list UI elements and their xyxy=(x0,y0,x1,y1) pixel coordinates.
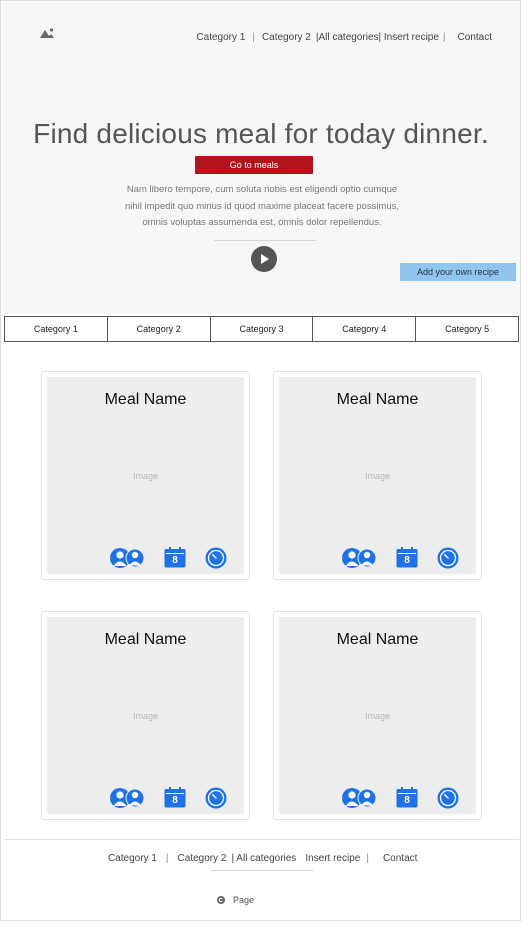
meal-icons: 8 xyxy=(340,547,470,569)
meal-name: Meal Name xyxy=(104,391,187,408)
people-icon xyxy=(342,548,376,568)
nav-separator: | xyxy=(252,32,255,43)
meal-card[interactable]: Meal Name Image 8 xyxy=(41,371,250,580)
calendar-day: 8 xyxy=(172,795,178,806)
nav-contact[interactable]: Contact xyxy=(458,32,492,43)
meal-name: Meal Name xyxy=(336,631,419,648)
category-tab-5[interactable]: Category 5 xyxy=(416,317,518,341)
meal-card[interactable]: Meal Name Image 8 xyxy=(273,611,482,820)
add-recipe-button[interactable]: Add your own recipe xyxy=(400,263,516,281)
meal-image[interactable]: Meal Name Image 8 xyxy=(279,617,476,814)
image-placeholder-label: Image xyxy=(132,711,158,721)
footer-nav-insert-recipe[interactable]: Insert recipe xyxy=(305,853,360,864)
meal-name: Meal Name xyxy=(336,391,419,408)
calendar-day: 8 xyxy=(172,555,178,566)
footer-nav-separator: | xyxy=(366,853,369,864)
top-nav: Category 1 | Category 2 |All categories … xyxy=(196,32,492,43)
footer-nav-separator: | xyxy=(165,853,169,864)
category-tab-1[interactable]: Category 1 xyxy=(5,317,108,341)
play-icon xyxy=(261,254,269,264)
category-bar: Category 1 Category 2 Category 3 Categor… xyxy=(4,316,519,342)
hero-description-line: nihil impedit quo minus id quod maxime p… xyxy=(124,200,400,212)
meal-card[interactable]: Meal Name Image 8 xyxy=(273,371,482,580)
people-icon xyxy=(110,548,144,568)
clock-icon xyxy=(205,787,227,809)
play-button[interactable] xyxy=(251,246,277,272)
page-frame: Category 1 | Category 2 |All categories … xyxy=(0,0,521,921)
meal-image[interactable]: Meal Name Image 8 xyxy=(47,617,244,814)
meal-name: Meal Name xyxy=(104,631,187,648)
calendar-icon: 8 xyxy=(164,787,186,813)
image-placeholder-label: Image xyxy=(364,471,390,481)
clock-icon xyxy=(205,547,227,569)
footer-divider-line xyxy=(4,839,519,840)
footer-nav-category-1[interactable]: Category 1 xyxy=(108,853,157,864)
meal-card[interactable]: Meal Name Image 8 xyxy=(41,611,250,820)
nav-category-1[interactable]: Category 1 xyxy=(196,32,245,43)
category-tab-4[interactable]: Category 4 xyxy=(313,317,417,341)
footer-nav-all-categories[interactable]: | All categories xyxy=(231,853,296,864)
page-link[interactable]: Page xyxy=(217,895,254,905)
go-to-meals-button[interactable]: Go to meals xyxy=(195,156,313,174)
meal-icons: 8 xyxy=(108,547,238,569)
people-icon xyxy=(110,788,144,808)
calendar-icon: 8 xyxy=(396,787,418,813)
nav-category-2[interactable]: Category 2 xyxy=(262,32,311,43)
footer-nav: Category 1 | Category 2 | All categories… xyxy=(108,853,417,864)
page-label: Page xyxy=(233,895,255,905)
footer-divider xyxy=(211,870,313,871)
nav-separator: | xyxy=(442,32,446,43)
hero-title: Find delicious meal for today dinner. xyxy=(33,118,489,149)
clock-icon xyxy=(437,547,459,569)
people-icon xyxy=(342,788,376,808)
copyright-icon xyxy=(217,896,225,904)
meal-icons: 8 xyxy=(340,787,470,809)
hero-description-line: omnis voluptas assumenda est, omnis dolo… xyxy=(142,217,382,228)
calendar-day: 8 xyxy=(404,795,410,806)
footer-nav-category-2[interactable]: Category 2 xyxy=(178,853,227,864)
nav-all-categories[interactable]: |All categories xyxy=(316,32,379,43)
hero-section: Category 1 | Category 2 |All categories … xyxy=(2,2,520,314)
hero-description-line: Nam libero tempore, cum soluta nobis est… xyxy=(126,184,398,195)
meal-image[interactable]: Meal Name Image 8 xyxy=(279,377,476,574)
calendar-day: 8 xyxy=(404,555,410,566)
clock-icon xyxy=(437,787,459,809)
meal-image[interactable]: Meal Name Image 8 xyxy=(47,377,244,574)
hero-divider xyxy=(214,240,316,241)
image-placeholder-label: Image xyxy=(364,711,390,721)
logo-icon[interactable] xyxy=(40,28,54,38)
meal-icons: 8 xyxy=(108,787,238,809)
category-tab-3[interactable]: Category 3 xyxy=(211,317,314,341)
hero-description: Nam libero tempore, cum soluta nobis est… xyxy=(102,182,422,232)
footer-nav-contact[interactable]: Contact xyxy=(383,853,417,864)
category-tab-2[interactable]: Category 2 xyxy=(108,317,211,341)
image-placeholder-label: Image xyxy=(132,471,158,481)
calendar-icon: 8 xyxy=(164,547,186,573)
calendar-icon: 8 xyxy=(396,547,418,573)
nav-insert-recipe[interactable]: | Insert recipe xyxy=(379,32,439,43)
